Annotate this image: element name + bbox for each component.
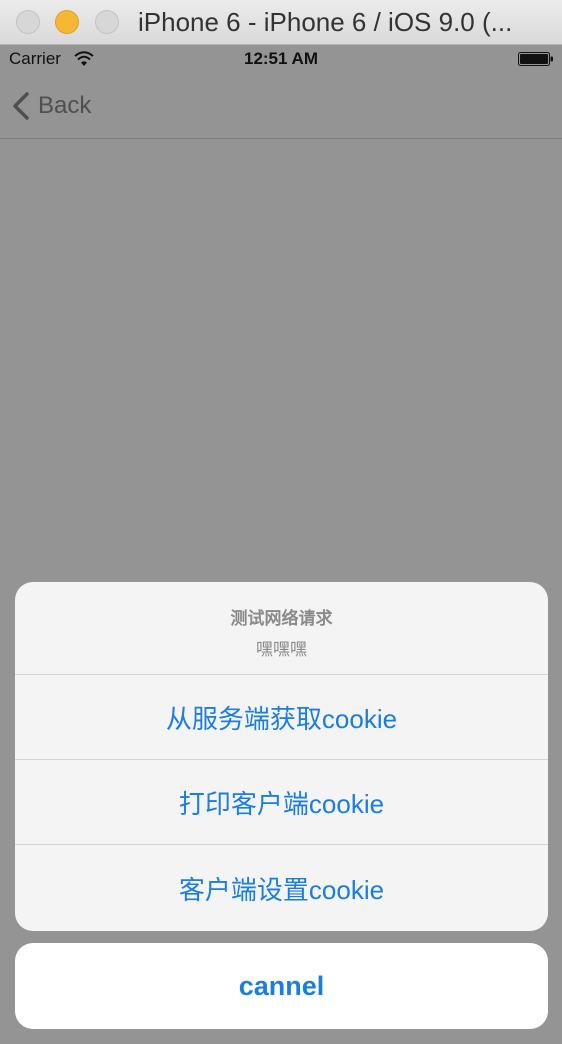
action-print-client-cookie[interactable]: 打印客户端cookie (15, 760, 548, 845)
navigation-bar: Back (0, 73, 562, 139)
action-sheet: 测试网络请求 嘿嘿嘿 从服务端获取cookie 打印客户端cookie 客户端设… (15, 582, 548, 931)
action-sheet-title: 测试网络请求 (230, 609, 333, 628)
action-fetch-cookie-from-server[interactable]: 从服务端获取cookie (15, 675, 548, 760)
status-time: 12:51 AM (243, 49, 318, 68)
action-sheet-header: 测试网络请求 嘿嘿嘿 (15, 582, 548, 675)
simulator-titlebar: iPhone 6 - iPhone 6 / iOS 9.0 (... (0, 0, 562, 45)
window-title: iPhone 6 - iPhone 6 / iOS 9.0 (... (138, 7, 513, 37)
back-label: Back (38, 92, 92, 119)
status-bar: Carrier 12:51 AM (0, 45, 562, 73)
window-minimize-button[interactable] (55, 10, 79, 34)
back-button[interactable]: Back (10, 89, 91, 123)
action-sheet-message: 嘿嘿嘿 (256, 640, 307, 659)
chevron-left-icon (13, 92, 29, 120)
window-zoom-button[interactable] (95, 10, 119, 34)
cancel-button[interactable]: cannel (15, 943, 548, 1029)
window-close-button[interactable] (16, 10, 40, 34)
action-set-client-cookie[interactable]: 客户端设置cookie (15, 845, 548, 931)
battery-icon (518, 52, 553, 66)
